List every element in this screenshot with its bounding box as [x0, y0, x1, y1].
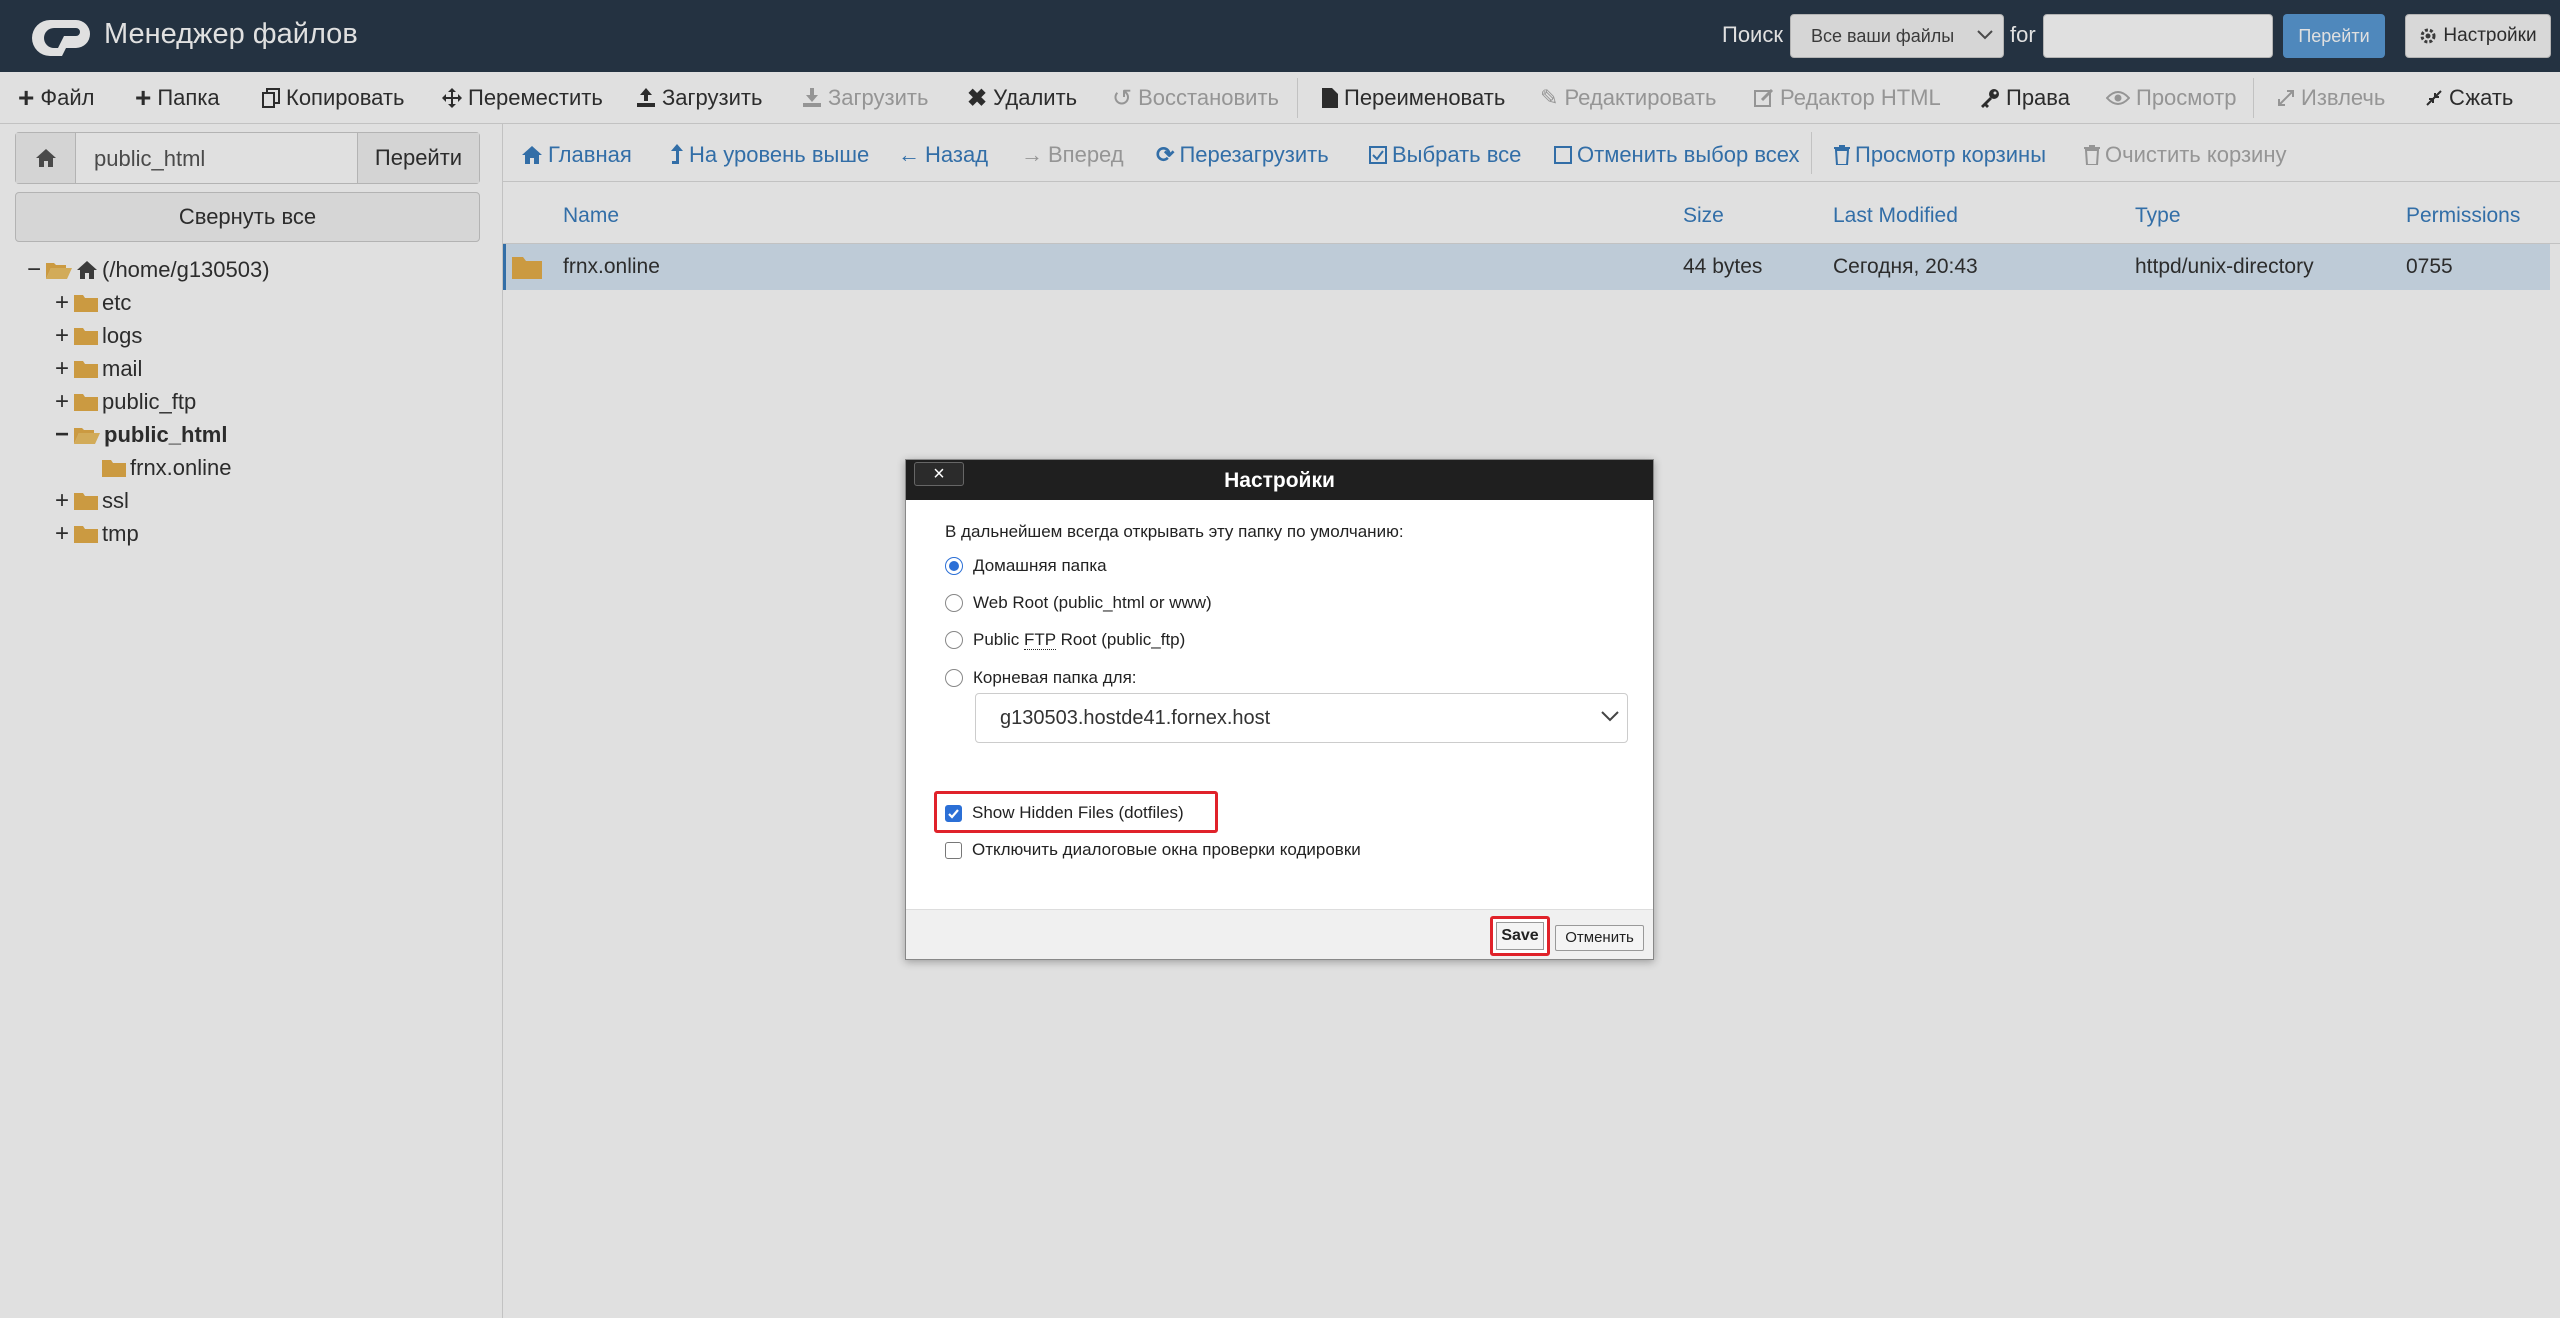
domain-select-value: g130503.hostde41.fornex.host — [1000, 707, 1271, 729]
default-folder-prompt: В дальнейшем всегда открывать эту папку … — [945, 522, 1404, 541]
radio-button[interactable] — [945, 669, 963, 687]
radio-ftp-label: Public FTP Root (public_ftp) — [973, 630, 1185, 650]
ftp-abbr: FTP — [1024, 630, 1056, 650]
checkbox-unchecked[interactable] — [945, 841, 962, 859]
disable-encoding-label: Отключить диалоговые окна проверки кодир… — [972, 840, 1361, 859]
settings-dialog: Настройки × В дальнейшем всегда открыват… — [905, 459, 1654, 960]
show-hidden-label: Show Hidden Files (dotfiles) — [972, 803, 1184, 822]
checkbox-disable-encoding-check[interactable]: Отключить диалоговые окна проверки кодир… — [945, 840, 1361, 860]
checkbox-checked[interactable] — [945, 804, 962, 822]
dialog-close-button[interactable]: × — [914, 462, 964, 486]
domain-select[interactable]: g130503.hostde41.fornex.host — [975, 693, 1628, 743]
dialog-titlebar: Настройки × — [906, 460, 1653, 500]
radio-domain-label: Корневая папка для: — [973, 668, 1137, 687]
radio-button[interactable] — [945, 631, 963, 649]
chevron-down-icon — [1601, 711, 1619, 722]
radio-domain-root[interactable]: Корневая папка для: — [945, 668, 1137, 688]
dialog-title: Настройки — [1224, 469, 1335, 492]
radio-home-label: Домашняя папка — [973, 556, 1107, 575]
cancel-button[interactable]: Отменить — [1555, 925, 1644, 951]
radio-ftp-root[interactable]: Public FTP Root (public_ftp) — [945, 630, 1185, 650]
save-button[interactable]: Save — [1496, 922, 1544, 950]
ftp-label-prefix: Public — [973, 630, 1025, 649]
radio-button[interactable] — [945, 594, 963, 612]
radio-button-selected[interactable] — [945, 557, 963, 575]
ftp-label-suffix: Root (public_ftp) — [1055, 630, 1186, 649]
radio-home-folder[interactable]: Домашняя папка — [945, 556, 1107, 576]
check-icon — [948, 808, 959, 819]
checkbox-show-hidden-files[interactable]: Show Hidden Files (dotfiles) — [945, 803, 1184, 823]
radio-web-root[interactable]: Web Root (public_html or www) — [945, 593, 1212, 613]
save-button-highlight: Save — [1490, 916, 1550, 956]
radio-webroot-label: Web Root (public_html or www) — [973, 593, 1212, 612]
